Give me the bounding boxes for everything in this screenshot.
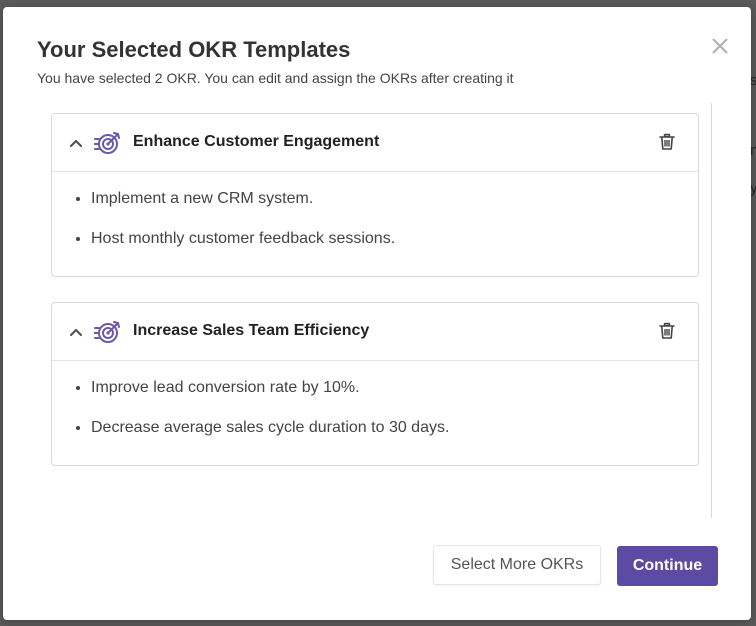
target-icon [93,130,122,156]
okr-card-title: Enhance Customer Engagement [133,133,380,150]
trash-icon[interactable] [658,322,676,340]
okr-templates-modal: Your Selected OKR Templates You have sel… [3,7,751,620]
key-results-list: Implement a new CRM system. Host monthly… [52,188,698,250]
okr-card-title: Increase Sales Team Efficiency [133,322,370,339]
modal-subtitle: You have selected 2 OKR. You can edit an… [37,70,514,86]
key-result-item: Improve lead conversion rate by 10%. [91,377,698,399]
key-results-list: Improve lead conversion rate by 10%. Dec… [52,377,698,439]
okr-card: Enhance Customer Engagement Implement a … [51,113,699,277]
okr-card-body: Improve lead conversion rate by 10%. Dec… [52,361,698,465]
okr-card-header: Increase Sales Team Efficiency [52,303,698,361]
okr-card-header: Enhance Customer Engagement [52,114,698,172]
key-result-item: Host monthly customer feedback sessions. [91,228,698,250]
chevron-up-icon[interactable] [68,324,84,340]
select-more-okrs-button[interactable]: Select More OKRs [433,545,601,585]
okr-card: Increase Sales Team Efficiency Improve l… [51,302,699,466]
okr-card-body: Implement a new CRM system. Host monthly… [52,172,698,276]
close-icon[interactable] [709,35,731,57]
trash-icon[interactable] [658,133,676,151]
continue-button[interactable]: Continue [617,546,718,586]
key-result-item: Implement a new CRM system. [91,188,698,210]
target-icon [93,319,122,345]
chevron-up-icon[interactable] [68,135,84,151]
modal-title: Your Selected OKR Templates [37,37,351,62]
key-result-item: Decrease average sales cycle duration to… [91,417,698,439]
okr-list[interactable]: Enhance Customer Engagement Implement a … [51,103,712,518]
